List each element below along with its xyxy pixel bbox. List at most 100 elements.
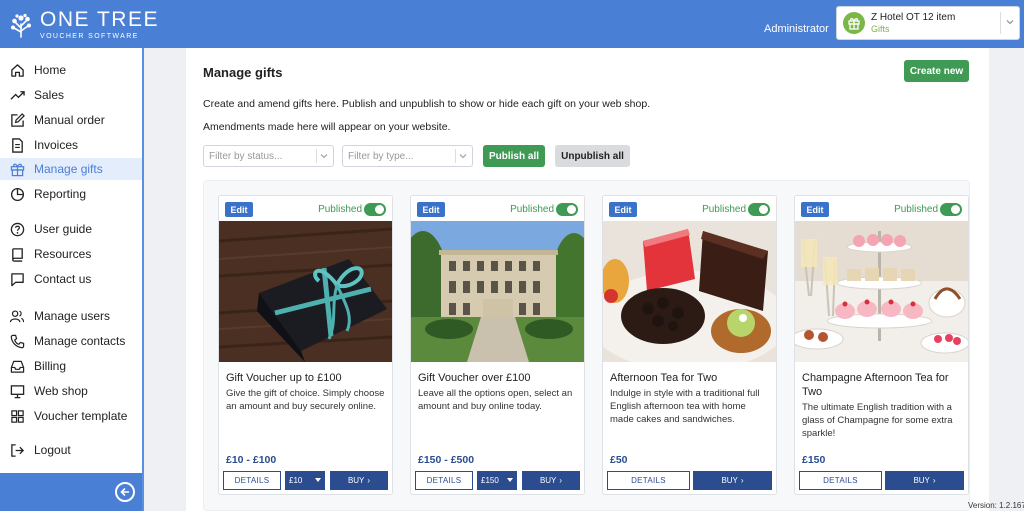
- collapse-sidebar-icon[interactable]: [115, 482, 135, 502]
- gift-title: Gift Voucher up to £100: [226, 372, 342, 384]
- published-label: Published: [894, 204, 938, 215]
- phone-icon: [9, 333, 25, 349]
- chevron-right-icon: ›: [740, 476, 744, 485]
- sidebar-item-reporting[interactable]: Reporting: [0, 183, 142, 205]
- unpublish-all-button[interactable]: Unpublish all: [555, 145, 630, 167]
- divider: [316, 149, 317, 163]
- buy-button[interactable]: BUY ›: [885, 471, 964, 490]
- filter-type-placeholder: Filter by type...: [348, 150, 414, 162]
- sidebar-item-label: Invoices: [34, 138, 79, 152]
- version-label: Version: 1.2.167: [968, 501, 1024, 510]
- buy-button[interactable]: BUY ›: [522, 471, 580, 490]
- buy-button[interactable]: BUY ›: [330, 471, 388, 490]
- top-bar: ONE TREE VOUCHER SOFTWARE Administrator …: [0, 0, 1024, 48]
- user-role-label: Administrator: [764, 23, 829, 35]
- pie-chart-icon: [9, 186, 25, 202]
- sidebar-item-home[interactable]: Home: [0, 59, 142, 81]
- gift-image: [411, 221, 584, 362]
- gift-description: Leave all the options open, select an am…: [418, 388, 573, 413]
- sidebar-item-billing[interactable]: Billing: [0, 355, 142, 377]
- divider: [455, 149, 456, 163]
- sidebar-item-label: Resources: [34, 247, 92, 261]
- publish-toggle[interactable]: [748, 203, 770, 216]
- sidebar-item-manage-gifts[interactable]: Manage gifts: [0, 158, 142, 180]
- trend-icon: [9, 87, 25, 103]
- details-button[interactable]: DETAILS: [607, 471, 690, 490]
- inbox-icon: [9, 358, 25, 374]
- publish-toggle[interactable]: [364, 203, 386, 216]
- gift-title: Champagne Afternoon Tea for Two: [802, 372, 949, 398]
- brand-logo[interactable]: ONE TREE VOUCHER SOFTWARE: [8, 9, 159, 40]
- gift-description: Give the gift of choice. Simply choose a…: [226, 388, 385, 413]
- published-label: Published: [702, 204, 746, 215]
- gift-card: Edit Published: [794, 195, 969, 495]
- create-new-button[interactable]: Create new: [904, 60, 969, 82]
- gift-price: £50: [610, 454, 628, 466]
- sidebar: Home Sales Manual order Invoices Manage …: [0, 48, 144, 511]
- publish-all-button[interactable]: Publish all: [483, 145, 545, 167]
- publish-toggle[interactable]: [940, 203, 962, 216]
- gift-card: Edit Published Gift Voucher up to £100 G…: [218, 195, 393, 495]
- sidebar-item-manage-users[interactable]: Manage users: [0, 305, 142, 327]
- chevron-right-icon: ›: [932, 476, 936, 485]
- caret-down-icon: [507, 478, 513, 482]
- chevron-down-icon[interactable]: [1005, 17, 1019, 30]
- gift-price: £10 - £100: [226, 454, 277, 466]
- sidebar-item-manage-contacts[interactable]: Manage contacts: [0, 330, 142, 352]
- edit-button[interactable]: Edit: [225, 202, 253, 217]
- divider: [1000, 12, 1001, 34]
- chat-icon: [9, 271, 25, 287]
- filter-status-placeholder: Filter by status...: [209, 150, 283, 162]
- sidebar-item-label: Manage gifts: [34, 162, 103, 176]
- sidebar-item-label: Voucher template: [34, 409, 128, 423]
- sidebar-item-web-shop[interactable]: Web shop: [0, 380, 142, 402]
- edit-button[interactable]: Edit: [801, 202, 829, 217]
- gift-title: Gift Voucher over £100: [418, 372, 531, 384]
- sidebar-item-contact-us[interactable]: Contact us: [0, 268, 142, 290]
- gift-description: Indulge in style with a traditional full…: [610, 388, 760, 426]
- amount-select[interactable]: £10: [285, 471, 325, 490]
- details-button[interactable]: DETAILS: [799, 471, 882, 490]
- chevron-down-icon: [318, 149, 330, 163]
- chevron-right-icon: ›: [559, 476, 563, 485]
- sidebar-item-logout[interactable]: Logout: [0, 439, 142, 461]
- tree-logo-icon: [11, 13, 31, 38]
- document-icon: [9, 137, 25, 153]
- brand-tagline: VOUCHER SOFTWARE: [40, 33, 139, 40]
- edit-button[interactable]: Edit: [609, 202, 637, 217]
- gift-image: [795, 221, 968, 362]
- gift-image: [603, 221, 776, 362]
- buy-label: BUY: [913, 476, 930, 485]
- gift-icon: [843, 12, 865, 34]
- gift-card: Edit Published Afternoon Tea for Two Ind…: [602, 195, 777, 495]
- sidebar-item-manual-order[interactable]: Manual order: [0, 109, 142, 131]
- filter-status-select[interactable]: Filter by status...: [203, 145, 334, 167]
- gift-image: [219, 221, 392, 362]
- edit-button[interactable]: Edit: [417, 202, 445, 217]
- sidebar-item-user-guide[interactable]: User guide: [0, 218, 142, 240]
- buy-button[interactable]: BUY ›: [693, 471, 772, 490]
- buy-label: BUY: [721, 476, 738, 485]
- amount-select[interactable]: £150: [477, 471, 517, 490]
- sidebar-item-label: User guide: [34, 222, 93, 236]
- buy-label: BUY: [347, 476, 365, 485]
- sidebar-item-voucher-template[interactable]: Voucher template: [0, 405, 142, 427]
- published-label: Published: [510, 204, 554, 215]
- sidebar-item-label: Contact us: [34, 272, 92, 286]
- logout-icon: [9, 442, 25, 458]
- filter-type-select[interactable]: Filter by type...: [342, 145, 473, 167]
- sidebar-item-label: Reporting: [34, 187, 87, 201]
- sidebar-item-resources[interactable]: Resources: [0, 243, 142, 265]
- gift-description: The ultimate English tradition with a gl…: [802, 402, 953, 440]
- sidebar-item-label: Manage contacts: [34, 334, 126, 348]
- hotel-selector[interactable]: Z Hotel OT 12 item Gifts: [836, 6, 1020, 40]
- details-button[interactable]: DETAILS: [415, 471, 473, 490]
- publish-toggle[interactable]: [556, 203, 578, 216]
- sidebar-item-sales[interactable]: Sales: [0, 84, 142, 106]
- main-content: Manage gifts Create new Create and amend…: [186, 48, 989, 511]
- sidebar-item-invoices[interactable]: Invoices: [0, 134, 142, 156]
- details-button[interactable]: DETAILS: [223, 471, 281, 490]
- hotel-name: Z Hotel OT 12 item: [871, 11, 956, 23]
- gift-card: Edit Published: [410, 195, 585, 495]
- buy-label: BUY: [539, 476, 557, 485]
